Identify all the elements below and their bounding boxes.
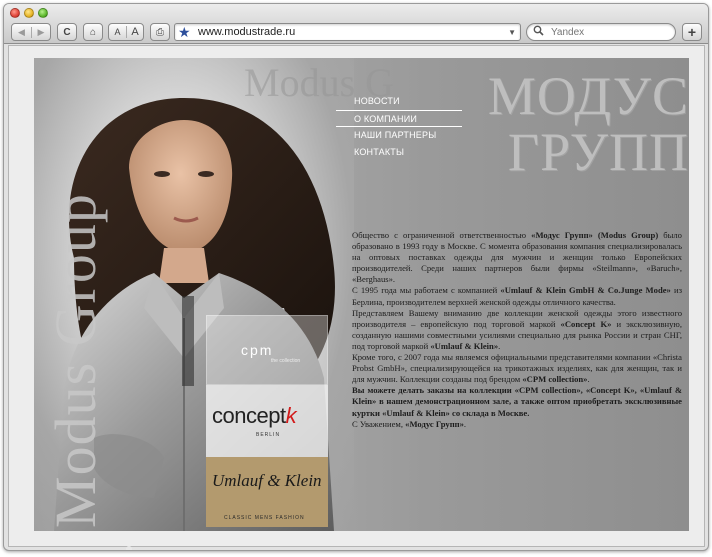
back-forward-control: ◀ ▶ xyxy=(11,23,51,41)
minimize-window-button[interactable] xyxy=(24,8,34,18)
reload-button[interactable]: C xyxy=(57,23,77,41)
site-panel: Modus G МОДУС ГРУПП Modus Group cpm the … xyxy=(34,58,689,531)
search-box[interactable] xyxy=(526,23,676,41)
reload-icon: C xyxy=(63,26,71,38)
umlauf-klein-logo[interactable]: Umlauf & Klein CLASSIC MENS FASHION xyxy=(206,457,328,527)
about-paragraph: Общество с ограниченной ответственностью… xyxy=(352,230,682,285)
menu-item-about[interactable]: О КОМПАНИИ xyxy=(336,110,462,127)
emphasis-text: «Модус Групп» (Modus Group) xyxy=(531,230,659,240)
home-icon: ⌂ xyxy=(89,26,97,38)
search-icon[interactable] xyxy=(533,25,551,39)
url-text[interactable]: www.modustrade.ru xyxy=(198,26,508,38)
page-viewport: Modus G МОДУС ГРУПП Modus Group cpm the … xyxy=(8,45,705,550)
concept-k-logo[interactable]: conceptk BERLIN xyxy=(206,385,328,457)
search-input[interactable] xyxy=(551,26,661,38)
close-window-button[interactable] xyxy=(10,8,20,18)
about-paragraph: С Уважением, «Модус Групп». xyxy=(352,418,467,429)
concept-logo-text: conceptk xyxy=(212,403,297,428)
emphasis-text: «Модус Групп» xyxy=(405,418,464,429)
emphasis-text: Вы можете делать заказы на коллекции «CP… xyxy=(352,385,682,418)
menu-item-contacts[interactable]: КОНТАКТЫ xyxy=(354,144,474,161)
print-button[interactable]: ⎙ xyxy=(150,23,170,41)
browser-toolbar: ◀ ▶ C ⌂ A A ⎙ ★ www.modustrade.ru ▼ + xyxy=(4,4,708,44)
text-bigger-button[interactable]: A xyxy=(126,26,143,38)
menu-item-news[interactable]: НОВОСТИ xyxy=(354,93,474,110)
vertical-logo: Modus Group xyxy=(43,193,108,528)
cpm-logo-subtext: the collection xyxy=(271,358,301,364)
emphasis-text: «Concept K» xyxy=(560,318,612,329)
about-paragraph: С 1995 года мы работаем с компанией «Uml… xyxy=(352,285,682,307)
slide-indicator-dot[interactable] xyxy=(126,546,132,550)
brand-logos: cpm the collection conceptk BERLIN Umlau… xyxy=(206,315,328,527)
umlauf-logo-text: Umlauf & Klein xyxy=(212,471,322,490)
concept-logo-berlin: BERLIN xyxy=(256,432,281,438)
about-paragraph: Кроме того, с 2007 года мы являемся офиц… xyxy=(352,352,682,385)
site-menu: НОВОСТИ О КОМПАНИИ НАШИ ПАРТНЕРЫ КОНТАКТ… xyxy=(336,93,474,161)
address-bar[interactable]: ★ www.modustrade.ru ▼ xyxy=(174,23,521,41)
emphasis-text: «Umlauf & Klein GmbH & Co.Junge Mode» xyxy=(500,285,671,296)
about-paragraph: Представляем Вашему вниманию две коллекц… xyxy=(352,307,682,351)
add-bookmark-button[interactable]: + xyxy=(682,23,702,41)
home-button[interactable]: ⌂ xyxy=(83,23,103,41)
bookmark-star-icon[interactable]: ★ xyxy=(178,24,194,41)
back-icon[interactable]: ◀ xyxy=(12,27,31,38)
forward-icon[interactable]: ▶ xyxy=(31,26,50,38)
text-size-control: A A xyxy=(108,23,144,41)
text-smaller-button[interactable]: A xyxy=(109,27,126,37)
about-text: Общество с ограниченной ответственностью… xyxy=(352,230,682,430)
chevron-down-icon[interactable]: ▼ xyxy=(508,28,516,37)
about-paragraph: Вы можете делать заказы на коллекции «CP… xyxy=(352,385,682,418)
print-icon: ⎙ xyxy=(156,26,164,38)
emphasis-text: «Umlauf & Klein» xyxy=(430,340,499,351)
plus-icon: + xyxy=(687,24,697,40)
browser-window: ◀ ▶ C ⌂ A A ⎙ ★ www.modustrade.ru ▼ + xyxy=(3,3,709,551)
cpm-logo-text: cpm xyxy=(241,342,274,358)
menu-item-partners[interactable]: НАШИ ПАРТНЕРЫ xyxy=(354,127,474,144)
cpm-logo[interactable]: cpm the collection xyxy=(206,315,328,385)
emphasis-text: «CPM collection» xyxy=(522,374,588,385)
zoom-window-button[interactable] xyxy=(38,8,48,18)
umlauf-logo-subtext: CLASSIC MENS FASHION xyxy=(224,515,305,521)
